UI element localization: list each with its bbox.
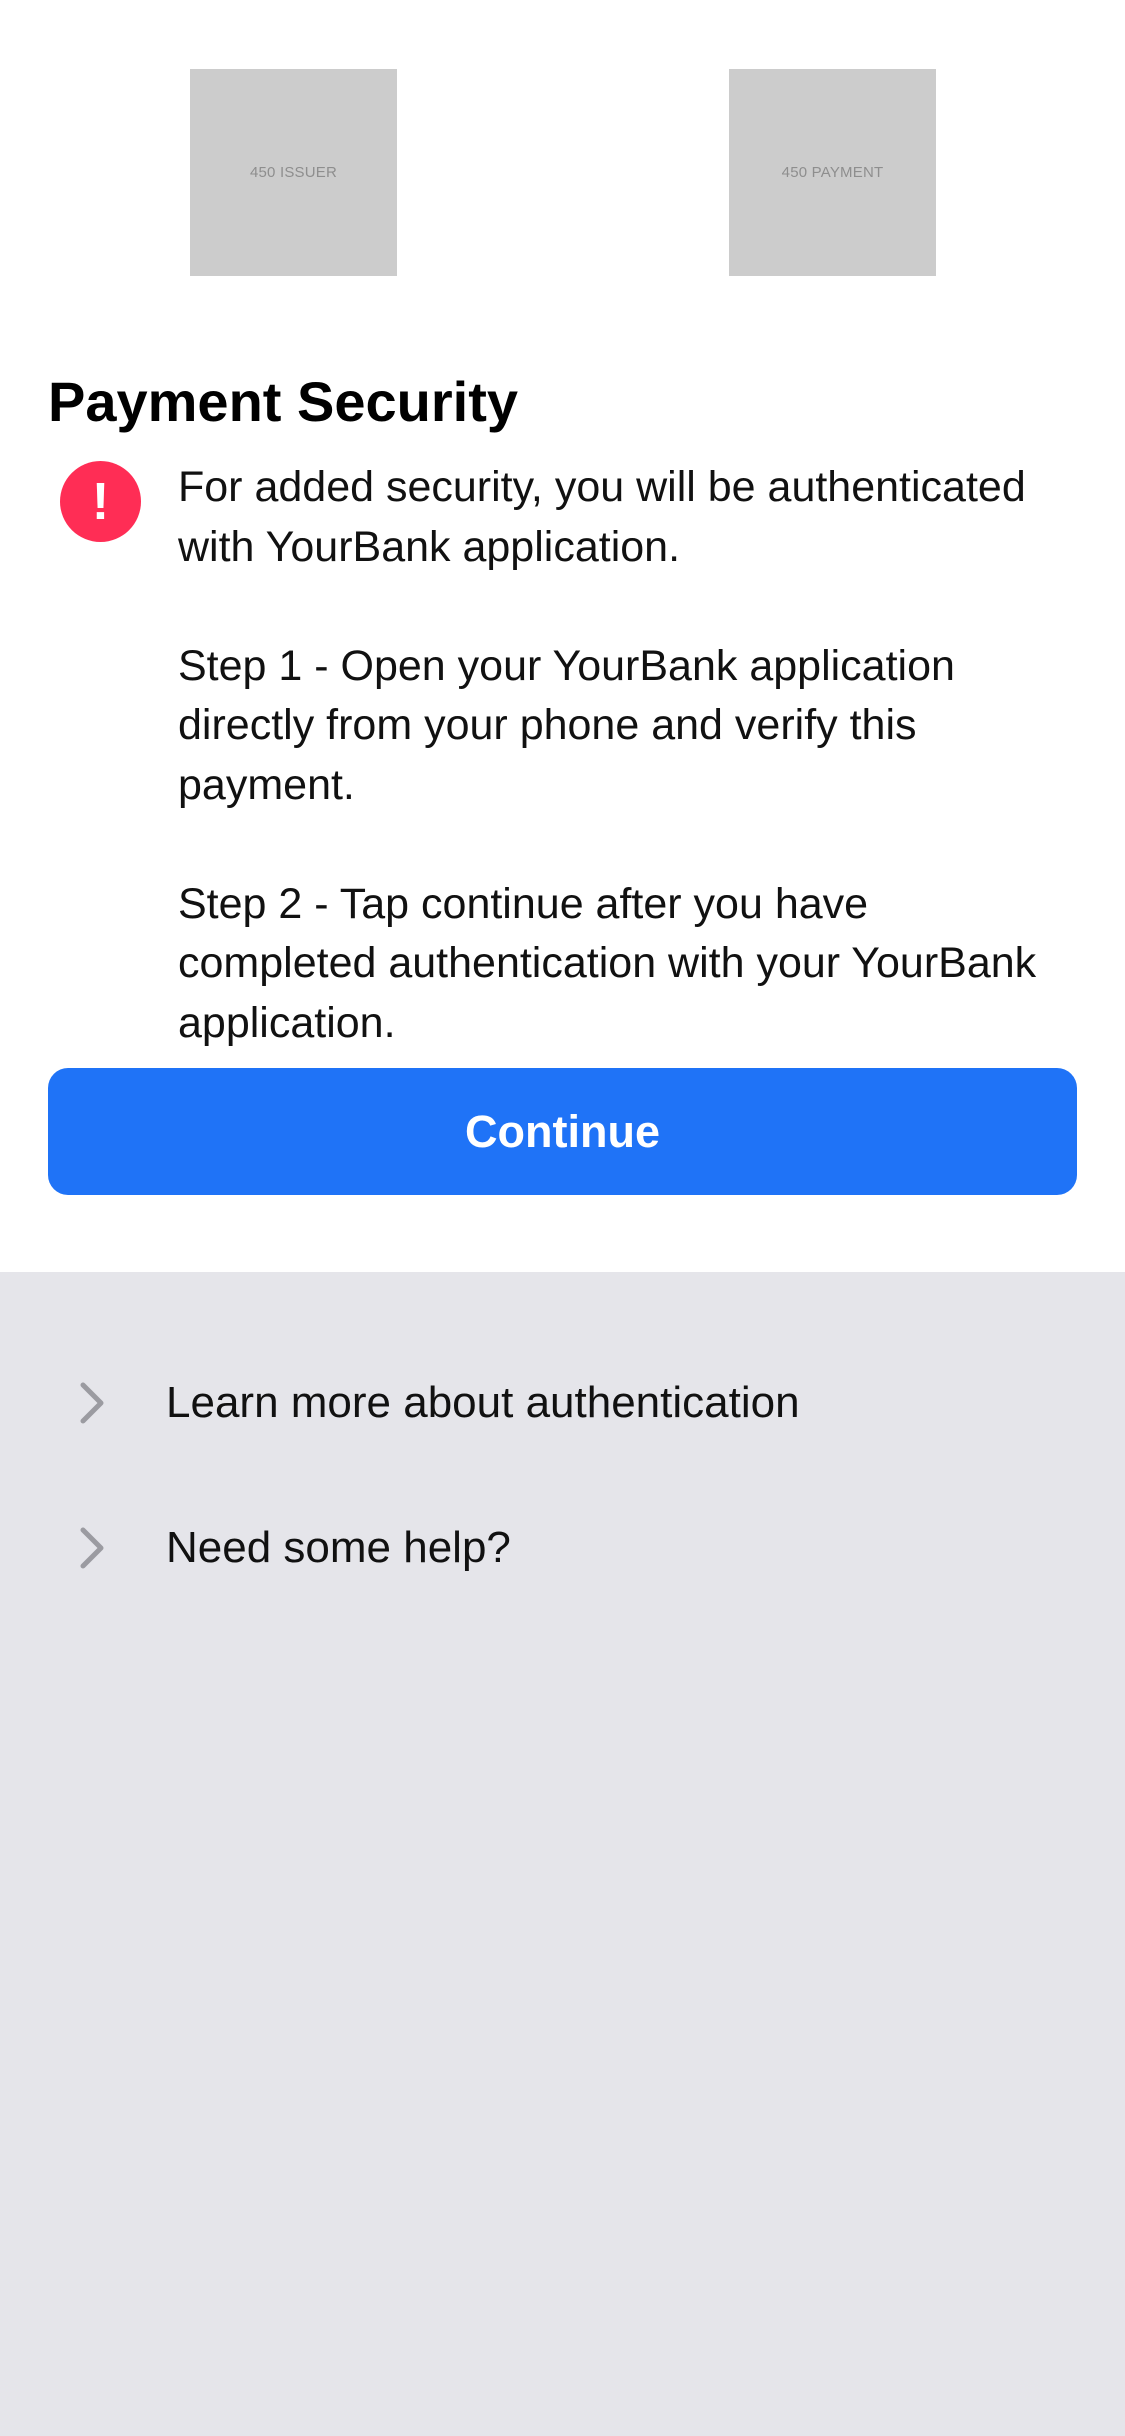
help-item-label: Need some help? bbox=[166, 1522, 511, 1572]
challenge-panel: 450 ISSUER 450 PAYMENT Payment Security … bbox=[0, 0, 1125, 1272]
message-intro: For added security, you will be authenti… bbox=[178, 463, 1026, 571]
message-step-1: Step 1 - Open your YourBank application … bbox=[178, 641, 955, 809]
authentication-message: For added security, you will be authenti… bbox=[178, 458, 1078, 1053]
message-step-2: Step 2 - Tap continue after you have com… bbox=[178, 879, 1037, 1047]
payment-logo-label: 450 PAYMENT bbox=[781, 164, 884, 181]
exclamation-icon: ! bbox=[60, 461, 141, 542]
continue-button[interactable]: Continue bbox=[48, 1068, 1077, 1195]
page-title: Payment Security bbox=[48, 370, 518, 433]
help-list: Learn more about authentication Need som… bbox=[0, 1330, 1125, 1620]
chevron-right-icon bbox=[76, 1526, 108, 1570]
help-item-need-help[interactable]: Need some help? bbox=[0, 1475, 1125, 1620]
payment-scheme-logo: 450 PAYMENT bbox=[729, 69, 936, 276]
help-item-learn-more[interactable]: Learn more about authentication bbox=[0, 1330, 1125, 1475]
help-item-label: Learn more about authentication bbox=[166, 1377, 800, 1427]
exclamation-glyph: ! bbox=[91, 472, 110, 531]
chevron-right-icon bbox=[76, 1381, 108, 1425]
issuer-logo-label: 450 ISSUER bbox=[249, 164, 338, 181]
issuer-logo: 450 ISSUER bbox=[190, 69, 397, 276]
